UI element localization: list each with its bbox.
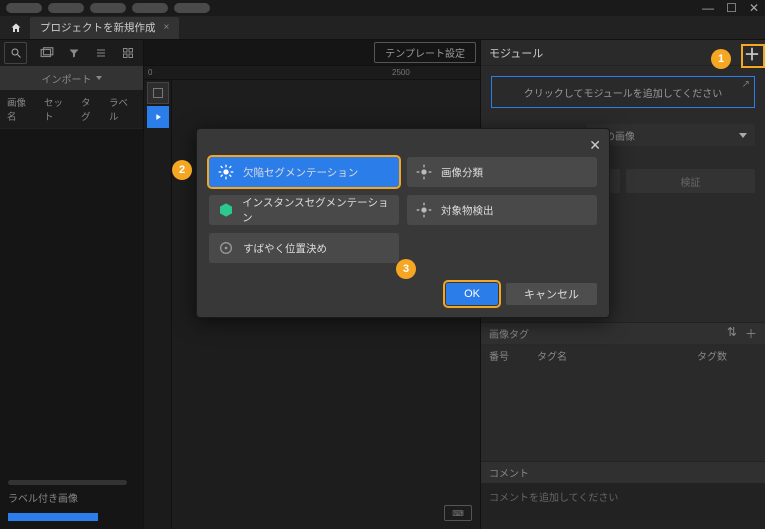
filter-icon[interactable]: ⇅ bbox=[727, 325, 737, 342]
add-module-hint[interactable]: クリックしてモジュールを追加してください ↗ bbox=[491, 76, 755, 108]
verify-button[interactable]: 検証 bbox=[626, 169, 755, 193]
section-label: 画像タグ bbox=[489, 326, 529, 341]
list-icon[interactable] bbox=[89, 42, 112, 64]
right-header: モジュール ＋ bbox=[481, 40, 765, 66]
scrollbar-horizontal[interactable] bbox=[8, 480, 127, 485]
filter-icon[interactable] bbox=[62, 42, 85, 64]
tab-label: プロジェクトを新規作成 bbox=[40, 20, 156, 35]
images-icon[interactable] bbox=[35, 42, 58, 64]
import-button[interactable]: インポート bbox=[0, 66, 143, 90]
ruler-horizontal: 0 2500 bbox=[144, 66, 480, 80]
ruler-tick: 2500 bbox=[392, 68, 410, 77]
section-header-comment: コメント bbox=[481, 461, 765, 483]
filter-tab[interactable]: ラベル bbox=[105, 93, 140, 125]
center-toolbar: テンプレート設定 bbox=[144, 40, 480, 66]
thumbnail-selected[interactable] bbox=[147, 106, 169, 128]
chevron-down-icon bbox=[96, 76, 102, 80]
source-dropdown[interactable]: 元の画像 bbox=[587, 124, 755, 146]
col-name: タグ名 bbox=[537, 348, 689, 363]
tab-project[interactable]: プロジェクトを新規作成 × bbox=[30, 17, 179, 39]
filter-tab[interactable]: セット bbox=[40, 93, 75, 125]
col-no: 番号 bbox=[489, 348, 529, 363]
image-list-body: ラベル付き画像 bbox=[0, 129, 143, 529]
ruler-tick: 0 bbox=[148, 68, 152, 77]
chevron-down-icon bbox=[505, 208, 513, 213]
center-split: ⌨ bbox=[144, 80, 480, 529]
tab-pill bbox=[6, 3, 42, 13]
section-header-tags: 画像タグ ⇅ ＋ bbox=[481, 322, 765, 344]
right-header-label: モジュール bbox=[489, 45, 543, 61]
left-toolbar bbox=[0, 40, 143, 66]
zoom-percentage: 100 % bbox=[491, 152, 755, 163]
expand-icon: ↗ bbox=[742, 79, 750, 90]
canvas[interactable]: ⌨ bbox=[172, 80, 480, 529]
tab-pill bbox=[132, 3, 168, 13]
col-count: タグ数 bbox=[697, 348, 757, 363]
thumbnail[interactable] bbox=[147, 82, 169, 104]
home-icon[interactable] bbox=[4, 16, 28, 40]
left-sidebar: インポート 画像名 セット タグ ラベル ラベル付き画像 bbox=[0, 40, 144, 529]
source-dropdown-value: 元の画像 bbox=[595, 128, 635, 143]
thumb-strip bbox=[144, 80, 172, 529]
main-area: インポート 画像名 セット タグ ラベル ラベル付き画像 テンプレート設定 bbox=[0, 40, 765, 529]
labeled-images-caption: ラベル付き画像 bbox=[8, 490, 78, 505]
tag-table-body bbox=[481, 367, 765, 462]
add-module-button[interactable]: ＋ bbox=[739, 40, 765, 66]
tab-close-icon[interactable]: × bbox=[164, 22, 170, 33]
chevron-down-icon bbox=[739, 133, 747, 138]
search-button[interactable] bbox=[4, 42, 27, 64]
add-tag-button[interactable]: ＋ bbox=[745, 325, 757, 342]
right-panel: モジュール ＋ クリックしてモジュールを追加してください ↗ 元の画像 100 … bbox=[480, 40, 765, 529]
center-panel: テンプレート設定 0 2500 ⌨ bbox=[144, 40, 480, 529]
grid-icon[interactable] bbox=[116, 42, 139, 64]
titlebar: — ☐ ✕ bbox=[0, 0, 765, 16]
tab-pill bbox=[48, 3, 84, 13]
window-close-button[interactable]: ✕ bbox=[749, 1, 759, 15]
filter-tabs: 画像名 セット タグ ラベル bbox=[0, 90, 143, 129]
module-settings: 元の画像 100 % トレーニング 検証 bbox=[481, 118, 765, 227]
filter-tab[interactable]: タグ bbox=[77, 93, 103, 125]
labeled-images-progress bbox=[8, 513, 98, 521]
tag-table-header: 番号 タグ名 タグ数 bbox=[481, 344, 765, 367]
right-spacer bbox=[481, 227, 765, 322]
comment-input[interactable]: コメントを追加してください bbox=[481, 483, 765, 529]
training-button[interactable]: トレーニング bbox=[491, 169, 620, 193]
keyboard-icon[interactable]: ⌨ bbox=[444, 505, 472, 521]
filter-tab[interactable]: 画像名 bbox=[3, 93, 38, 125]
comment-placeholder: コメントを追加してください bbox=[489, 493, 618, 504]
template-settings-button[interactable]: テンプレート設定 bbox=[374, 42, 476, 63]
section-label: コメント bbox=[489, 465, 529, 480]
import-label: インポート bbox=[42, 71, 92, 86]
tab-pill bbox=[90, 3, 126, 13]
add-module-hint-label: クリックしてモジュールを追加してください bbox=[524, 85, 722, 100]
window-minimize-button[interactable]: — bbox=[702, 1, 714, 15]
window-maximize-button[interactable]: ☐ bbox=[726, 1, 737, 15]
module-extra-button[interactable] bbox=[491, 199, 527, 221]
tab-pill bbox=[174, 3, 210, 13]
tab-strip: プロジェクトを新規作成 × bbox=[0, 16, 765, 40]
app-root: — ☐ ✕ プロジェクトを新規作成 × bbox=[0, 0, 765, 529]
